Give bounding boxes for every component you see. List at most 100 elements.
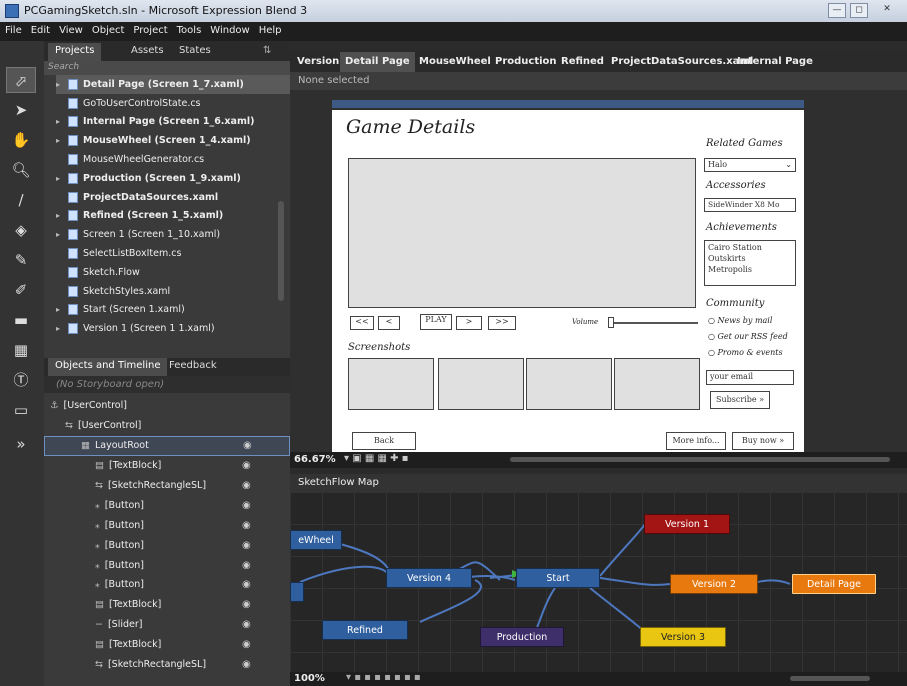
text-tool-icon[interactable]: Ⓣ (6, 367, 36, 393)
back-button[interactable]: Back (352, 432, 416, 450)
map-zoom-level[interactable]: 100% (294, 673, 325, 684)
more-info-button[interactable]: More info... (666, 432, 726, 450)
expand-arrow-icon[interactable]: ▸ (56, 230, 68, 239)
map-node-version1[interactable]: Version 1 (644, 514, 730, 534)
tab-states[interactable]: States (172, 43, 218, 61)
tab-feedback[interactable]: Feedback (162, 358, 224, 376)
visibility-eye-icon[interactable]: ◉ (242, 619, 251, 630)
rectangle-tool-icon[interactable]: ▬ (6, 307, 36, 333)
direct-select-tool-icon[interactable]: ➤ (6, 97, 36, 123)
expand-arrow-icon[interactable]: ▸ (56, 174, 68, 183)
close-button[interactable]: ✕ (878, 3, 896, 18)
tab-objects-timeline[interactable]: Objects and Timeline (48, 358, 168, 376)
achievements-list[interactable]: Cairo Station Outskirts Metropolis (704, 240, 796, 286)
screenshot-thumbnail[interactable] (614, 358, 700, 410)
next-button[interactable]: > (456, 316, 482, 330)
achievement-item[interactable]: Cairo Station (708, 242, 792, 253)
search-input[interactable]: Search (44, 61, 290, 75)
screenshot-thumbnail[interactable] (526, 358, 612, 410)
timeline-item[interactable]: ▤ [TextBlock] ◉ (44, 635, 290, 655)
email-field[interactable]: your email (706, 370, 794, 385)
brush-tool-icon[interactable]: ✐ (6, 277, 36, 303)
accessories-dropdown[interactable]: SideWinder X8 Mo (704, 198, 796, 212)
menu-object[interactable]: Object (87, 22, 129, 36)
previous-button[interactable]: < (378, 316, 400, 330)
project-item[interactable]: ▸ Start (Screen 1.xaml) (56, 301, 290, 320)
play-button[interactable]: PLAY (420, 314, 452, 330)
menu-window[interactable]: Window (205, 22, 253, 36)
document-tab[interactable]: MouseWheel (414, 52, 496, 72)
grid-tool-icon[interactable]: ▦ (6, 337, 36, 363)
tab-projects[interactable]: Projects (48, 43, 102, 61)
visibility-eye-icon[interactable]: ◉ (242, 579, 251, 590)
related-games-dropdown[interactable]: Halo ⌄ (704, 158, 796, 172)
buy-now-button[interactable]: Buy now » (732, 432, 794, 450)
expand-arrow-icon[interactable]: ▸ (56, 211, 68, 220)
visibility-eye-icon[interactable]: ◉ (242, 560, 251, 571)
project-item[interactable]: ▸ Production (Screen 1_9.xaml) (56, 169, 290, 188)
visibility-eye-icon[interactable]: ◉ (242, 639, 251, 650)
menu-file[interactable]: File (0, 22, 26, 36)
project-item[interactable]: SketchStyles.xaml (56, 282, 290, 301)
expand-arrow-icon[interactable]: ▸ (56, 136, 68, 145)
menu-view[interactable]: View (54, 22, 87, 36)
selection-tool-icon[interactable]: ⬀ (6, 67, 36, 93)
project-scrollbar[interactable] (278, 201, 284, 301)
timeline-item[interactable]: ⁎ [Button] ◉ (44, 575, 290, 595)
visibility-eye-icon[interactable]: ◉ (242, 599, 251, 610)
project-item[interactable]: ▸ Refined (Screen 1_5.xaml) (56, 207, 290, 226)
expand-arrow-icon[interactable]: ▸ (56, 80, 68, 89)
community-option[interactable]: ○ News by mail (708, 316, 772, 325)
timeline-item[interactable]: ⚓ [UserControl] (44, 396, 290, 416)
visibility-eye-icon[interactable]: ◉ (242, 460, 251, 471)
menu-edit[interactable]: Edit (26, 22, 54, 36)
timeline-item[interactable]: ⇆ [UserControl] (44, 416, 290, 436)
zoom-tool-icon[interactable]: 🔍︎ (6, 157, 36, 183)
document-tab[interactable]: Internal Page (732, 52, 818, 72)
timeline-item[interactable]: − [Slider] ◉ (44, 615, 290, 635)
assets-expand-icon[interactable]: » (6, 431, 36, 457)
timeline-item[interactable]: ▤ [TextBlock] ◉ (44, 456, 290, 476)
timeline-item[interactable]: ▤ [TextBlock] ◉ (44, 595, 290, 615)
storyboard-selector[interactable]: (No Storyboard open) (44, 376, 290, 393)
screenshot-thumbnail[interactable] (348, 358, 434, 410)
map-node-start[interactable]: Start (516, 568, 600, 588)
menu-tools[interactable]: Tools (172, 22, 206, 36)
control-tool-icon[interactable]: ▭ (6, 397, 36, 423)
map-node-version2[interactable]: Version 2 (670, 574, 758, 594)
project-item[interactable]: ▸ Internal Page (Screen 1_6.xaml) (56, 113, 290, 132)
map-node-version3[interactable]: Version 3 (640, 627, 726, 647)
timeline-item[interactable]: ▦ LayoutRoot ◉ (44, 435, 290, 456)
pen-tool-icon[interactable]: ✎ (6, 247, 36, 273)
expand-arrow-icon[interactable]: ▸ (56, 324, 68, 333)
menu-help[interactable]: Help (254, 22, 286, 36)
expand-arrow-icon[interactable]: ▸ (56, 117, 68, 126)
menu-project[interactable]: Project (128, 22, 171, 36)
project-item[interactable]: ▸ Version 1 (Screen 1 1.xaml) (56, 319, 290, 338)
maximize-button[interactable]: ◻ (850, 3, 868, 18)
pin-icon[interactable]: ⇅ (256, 43, 278, 61)
document-tab[interactable]: Production (490, 52, 562, 72)
visibility-eye-icon[interactable]: ◉ (242, 540, 251, 551)
document-tab[interactable]: Detail Page (340, 52, 415, 72)
map-node-version4[interactable]: Version 4 (386, 568, 472, 588)
eyedropper-tool-icon[interactable]: ∕ (6, 187, 36, 213)
timeline-item[interactable]: ⁎ [Button] ◉ (44, 495, 290, 515)
project-item[interactable]: MouseWheelGenerator.cs (56, 150, 290, 169)
project-item[interactable]: ▸ Detail Page (Screen 1_7.xaml) (56, 75, 290, 94)
map-node-offscreen[interactable] (290, 582, 304, 602)
achievement-item[interactable]: Outskirts (708, 253, 792, 264)
document-tab[interactable]: Refined (556, 52, 609, 72)
tab-assets[interactable]: Assets (124, 43, 171, 61)
visibility-eye-icon[interactable]: ◉ (242, 480, 251, 491)
project-item[interactable]: Sketch.Flow (56, 263, 290, 282)
timeline-item[interactable]: ⁎ [Button] ◉ (44, 555, 290, 575)
project-item[interactable]: ▸ Screen 1 (Screen 1_10.xaml) (56, 225, 290, 244)
timeline-item[interactable]: ⁎ [Button] ◉ (44, 515, 290, 535)
timeline-item[interactable]: ⁎ [Button] ◉ (44, 535, 290, 555)
community-option[interactable]: ○ Get our RSS feed (708, 332, 788, 341)
project-item[interactable]: SelectListBoxItem.cs (56, 244, 290, 263)
map-node-refined[interactable]: Refined (322, 620, 408, 640)
paint-bucket-tool-icon[interactable]: ◈ (6, 217, 36, 243)
visibility-eye-icon[interactable]: ◉ (242, 500, 251, 511)
